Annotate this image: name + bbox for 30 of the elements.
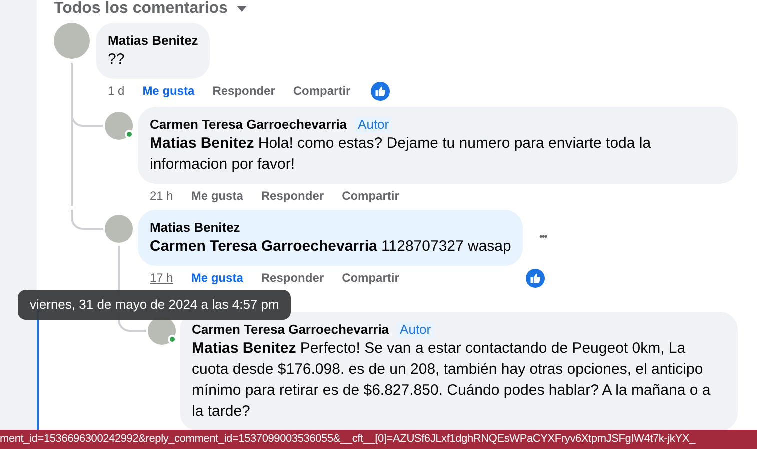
reply-link[interactable]: Responder xyxy=(261,269,324,287)
like-reaction-icon[interactable] xyxy=(526,268,545,288)
reply-link[interactable]: Responder xyxy=(212,82,276,100)
like-reaction-icon[interactable] xyxy=(370,82,390,100)
comment-filter-label[interactable]: Todos los comentarios xyxy=(54,0,228,18)
comment-author[interactable]: Matias Benitez xyxy=(108,32,198,49)
comment-text: ?? xyxy=(108,50,126,70)
thread-connector xyxy=(71,210,103,230)
comment-text: Matias Benitez Hola! como estas? Dejame tu numero para enviarte toda la informacion por favor! xyxy=(150,134,652,175)
comment-author[interactable]: Carmen Teresa Garroechevarria xyxy=(150,116,348,133)
date-tooltip: viernes, 31 de mayo de 2024 a las 4:57 pm xyxy=(18,290,292,320)
caret-icon[interactable] xyxy=(236,5,248,13)
share-link[interactable]: Compartir xyxy=(293,82,351,100)
author-badge: Autor xyxy=(355,116,392,132)
more-options-icon[interactable]: ••• xyxy=(539,233,547,243)
like-link[interactable]: Me gusta xyxy=(191,269,244,287)
author-badge: Autor xyxy=(397,322,434,338)
reply-link[interactable]: Responder xyxy=(261,187,324,205)
comment-time[interactable]: 21 h xyxy=(150,187,174,205)
comment-author[interactable]: Matias Benitez xyxy=(150,219,240,236)
share-link[interactable]: Compartir xyxy=(342,269,400,287)
share-link[interactable]: Compartir xyxy=(342,187,400,205)
comment-time[interactable]: 17 h xyxy=(150,269,174,287)
comment-time[interactable]: 1 d xyxy=(108,82,125,100)
like-link[interactable]: Me gusta xyxy=(142,82,195,100)
status-bar-url: ment_id=1536696300242992&reply_comment_id=1537099003536055&__cft__[0]=AZUSf6JLxf1dghRNQEsWPaCYXFryv6XtpmJSFgIW4t7k-jkYX_ xyxy=(0,430,757,449)
comment-author[interactable]: Carmen Teresa Garroechevarria xyxy=(192,321,390,338)
like-link[interactable]: Me gusta xyxy=(191,187,244,205)
comment-text: Matias Benitez Perfecto! Se van a estar contactando de Peugeot 0km, La cuota desde $176.098. es de un 208, también hay otras opciones, el anticipo mínimo para retirar es de $6.827.850. Cuándo podes hablar? A la mañana o a la tarde? xyxy=(192,339,712,422)
comment-text: Carmen Teresa Garroechevarria 1128707327 wasap xyxy=(150,237,512,257)
